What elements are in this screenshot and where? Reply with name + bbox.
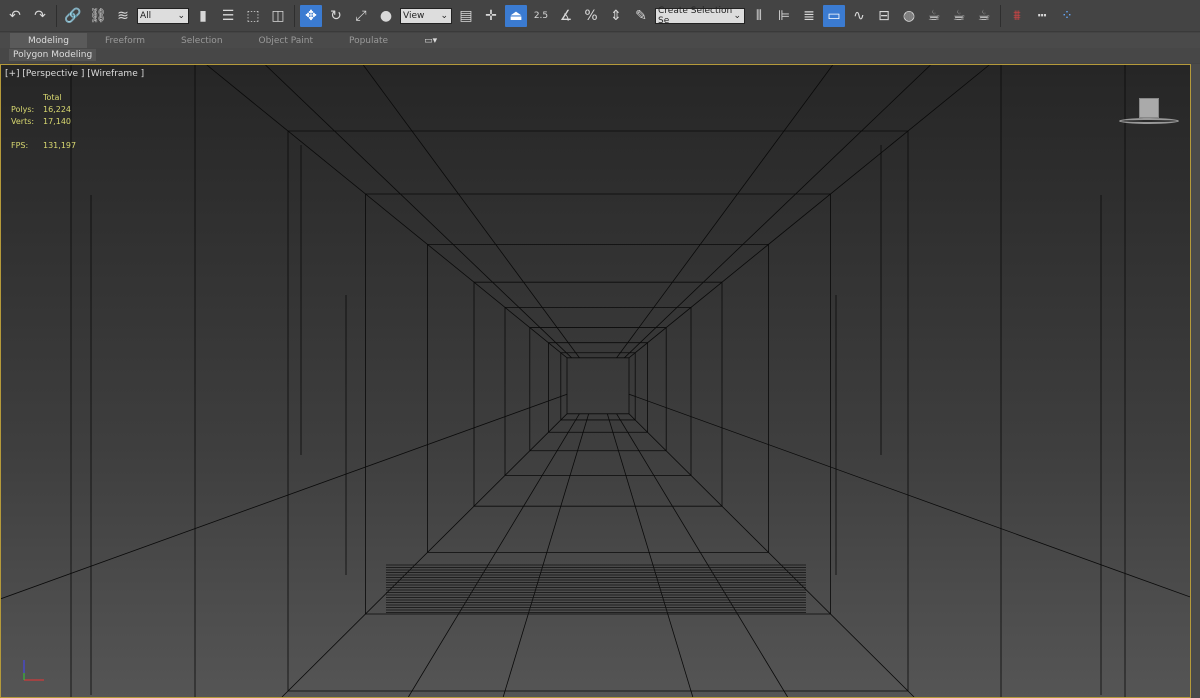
separator — [56, 4, 57, 27]
polys-label: Polys: — [11, 105, 35, 114]
wire-edge — [628, 393, 1190, 598]
fps-value: 131,197 — [43, 141, 77, 150]
rotate-icon[interactable]: ↻ — [325, 5, 347, 27]
named-selection-dropdown[interactable]: Create Selection Se ⌄ — [655, 5, 745, 26]
percent-snap-icon[interactable]: % — [580, 5, 602, 27]
ribbon-options-icon[interactable]: ▭▾ — [406, 33, 455, 48]
civil-view-icon[interactable]: ⩩ — [1006, 5, 1028, 27]
tab-object-paint[interactable]: Object Paint — [241, 33, 331, 48]
snap-toggle-icon[interactable]: 2.5 — [530, 5, 552, 27]
bind-space-warp-icon[interactable]: ≋ — [112, 5, 134, 27]
window-crossing-icon[interactable]: ◫ — [267, 5, 289, 27]
scale-icon[interactable]: ⤢ — [350, 5, 372, 27]
wire-edge — [206, 65, 568, 359]
wire-edge — [624, 65, 931, 359]
place-icon[interactable]: ● — [375, 5, 397, 27]
selection-filter-dropdown[interactable]: All ⌄ — [137, 7, 189, 24]
verts-label: Verts: — [11, 117, 35, 126]
wire-edge — [502, 413, 590, 697]
rect-selection-icon[interactable]: ⬚ — [242, 5, 264, 27]
fps-label: FPS: — [11, 141, 29, 150]
panel-polygon-modeling[interactable]: Polygon Modeling — [9, 49, 97, 61]
wireframe-scene — [1, 65, 1190, 697]
wire-edge — [265, 65, 572, 359]
select-by-name-icon[interactable]: ☰ — [217, 5, 239, 27]
render-icon[interactable]: ☕ — [973, 5, 995, 27]
wire-edge — [616, 413, 788, 697]
ribbon-panel: Polygon Modeling — [0, 48, 1200, 63]
polys-value: 16,224 — [43, 105, 71, 114]
chevron-down-icon: ⌄ — [733, 10, 741, 21]
unlink-icon[interactable]: ⛓ — [87, 5, 109, 27]
wire-edge — [281, 413, 568, 697]
measure-icon[interactable]: ┅ — [1031, 5, 1053, 27]
spinner-snap-icon[interactable]: ⇕ — [605, 5, 627, 27]
select-manipulate-icon[interactable]: ✛ — [480, 5, 502, 27]
stats-overlay: Total Polys: 16,224 Verts: 17,140 FPS: 131,… — [11, 92, 76, 152]
render-setup-icon[interactable]: ☕ — [923, 5, 945, 27]
mirror-icon[interactable]: ⫴ — [748, 5, 770, 27]
reference-coord-dropdown[interactable]: View ⌄ — [400, 7, 452, 24]
tab-freeform[interactable]: Freeform — [87, 33, 163, 48]
wire-edge — [362, 65, 580, 359]
tab-modeling[interactable]: Modeling — [10, 33, 87, 48]
main-toolbar: ↶ ↷ 🔗 ⛓ ≋ All ⌄ ▮ ☰ ⬚ ◫ ✥ ↻ ⤢ ● View ⌄ ▤ ✛… — [0, 0, 1200, 32]
viewport-scrollbar[interactable] — [1191, 64, 1200, 698]
stats-header: Total — [43, 93, 62, 102]
axis-tripod-icon — [23, 660, 44, 681]
keyboard-shortcut-icon[interactable]: ⏏ — [505, 4, 527, 27]
select-object-icon[interactable]: ▮ — [192, 5, 214, 27]
verts-value: 17,140 — [43, 117, 71, 126]
viewport-label[interactable]: [+] [Perspective ] [Wireframe ] — [5, 69, 144, 79]
wire-edge — [616, 65, 834, 359]
particle-view-icon[interactable]: ⁘ — [1056, 5, 1078, 27]
edit-named-sets-icon[interactable]: ✎ — [630, 5, 652, 27]
redo-icon[interactable]: ↷ — [29, 5, 51, 27]
scene-explorer-icon[interactable]: ▭ — [823, 4, 845, 27]
layer-explorer-icon[interactable]: ≣ — [798, 5, 820, 27]
separator — [294, 4, 295, 27]
material-editor-icon[interactable]: ◍ — [898, 5, 920, 27]
use-pivot-icon[interactable]: ▤ — [455, 5, 477, 27]
selection-filter-value: All — [140, 10, 152, 21]
rendered-frame-icon[interactable]: ☕ — [948, 5, 970, 27]
ribbon-tabs: Modeling Freeform Selection Object Paint… — [0, 33, 1200, 48]
wire-edge — [628, 65, 990, 359]
viewcube-icon[interactable] — [1139, 98, 1159, 118]
wire-edge — [628, 413, 915, 697]
align-icon[interactable]: ⊫ — [773, 5, 795, 27]
wire-edge — [408, 413, 580, 697]
named-selection-value: Create Selection Se — [658, 5, 733, 26]
separator — [1000, 4, 1001, 27]
schematic-view-icon[interactable]: ⊟ — [873, 5, 895, 27]
perspective-viewport[interactable]: [+] [Perspective ] [Wireframe ] Total Po… — [0, 64, 1191, 698]
snap-value: 2.5 — [533, 10, 549, 21]
chevron-down-icon: ⌄ — [440, 10, 448, 21]
wire-edge — [606, 413, 694, 697]
tab-populate[interactable]: Populate — [331, 33, 406, 48]
viewcube-compass-icon[interactable] — [1119, 118, 1179, 124]
link-icon[interactable]: 🔗 — [62, 5, 84, 27]
tab-selection[interactable]: Selection — [163, 33, 240, 48]
chevron-down-icon: ⌄ — [177, 10, 185, 21]
angle-snap-icon[interactable]: ∡ — [555, 5, 577, 27]
undo-icon[interactable]: ↶ — [4, 5, 26, 27]
move-icon[interactable]: ✥ — [300, 4, 322, 27]
reference-coord-value: View — [403, 10, 425, 21]
wire-edge — [1, 393, 568, 600]
curve-editor-icon[interactable]: ∿ — [848, 5, 870, 27]
